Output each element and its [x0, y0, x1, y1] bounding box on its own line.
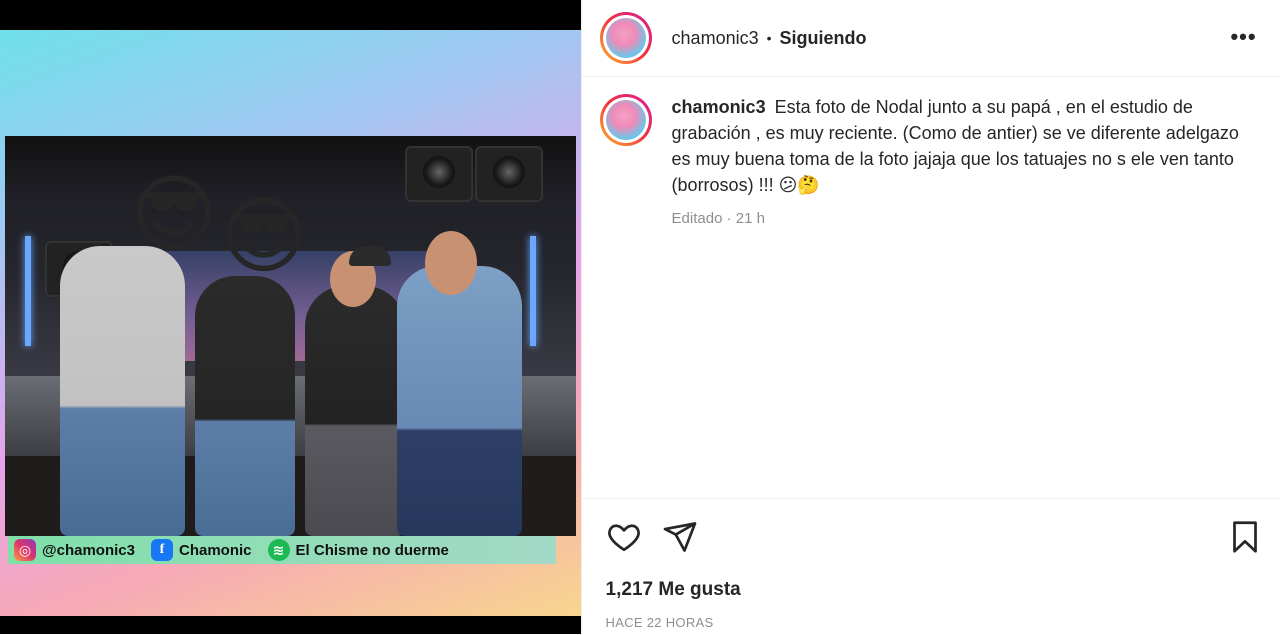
sunglasses-emoji-left: 😎 [130, 165, 218, 263]
cap [349, 246, 391, 266]
caption-username[interactable]: chamonic3 [672, 97, 766, 117]
speaker-top-right [475, 146, 543, 202]
social-watermark-bar: ◎ @chamonic3 f Chamonic ≋ El Chisme no d… [8, 536, 556, 564]
caption-avatar-image [605, 100, 646, 140]
studio-photo: 😎 😎 [5, 136, 576, 536]
instagram-credit: ◎ @chamonic3 [8, 539, 135, 561]
caption-avatar[interactable] [599, 94, 652, 146]
post-timestamp: HACE 22 HORAS [605, 615, 714, 630]
caption: chamonic3 Esta foto de Nodal junto a su … [672, 94, 1242, 232]
heart-icon[interactable] [606, 519, 642, 555]
person-4 [397, 266, 522, 536]
sunglasses-emoji-right: 😎 [220, 187, 308, 285]
post-header: chamonic3 • Siguiendo ••• [581, 0, 1280, 77]
facebook-name: Chamonic [179, 541, 252, 559]
avatar[interactable] [599, 12, 652, 64]
person-1 [60, 246, 185, 536]
more-options-icon[interactable]: ••• [1230, 24, 1256, 50]
avatar-ring [602, 15, 649, 61]
instagram-icon: ◎ [14, 539, 36, 561]
caption-avatar-ring [602, 97, 649, 143]
actions-section: 1,217 Me gusta HACE 22 HORAS [581, 498, 1280, 635]
header-separator: • [766, 30, 772, 46]
spotify-credit: ≋ El Chisme no duerme [262, 539, 449, 561]
person-4-head [425, 231, 477, 295]
instagram-handle: @chamonic3 [42, 541, 135, 559]
post-sidebar: chamonic3 • Siguiendo ••• chamonic3 Esta… [580, 0, 1280, 635]
bookmark-icon[interactable] [1227, 519, 1263, 555]
likes-count[interactable]: 1,217 Me gusta [606, 579, 741, 601]
following-button[interactable]: Siguiendo [780, 28, 867, 49]
person-2 [195, 276, 295, 536]
person-3 [305, 286, 405, 536]
spotify-name: El Chisme no duerme [295, 541, 449, 559]
facebook-icon: f [151, 539, 173, 561]
caption-block: chamonic3 Esta foto de Nodal junto a su … [599, 94, 1260, 232]
avatar-image [605, 18, 646, 58]
facebook-credit: f Chamonic [145, 539, 252, 561]
action-buttons [606, 519, 718, 555]
caption-meta: Editado · 21 h [671, 210, 765, 227]
spotify-icon: ≋ [267, 539, 290, 561]
header-username[interactable]: chamonic3 [672, 28, 759, 49]
post-media[interactable]: 😎 😎 ◎ @chamonic3 f Chamonic ≋ El Chisme … [0, 0, 581, 634]
neon-light-left [25, 236, 31, 346]
neon-light-right [530, 236, 536, 346]
post-modal: 😎 😎 ◎ @chamonic3 f Chamonic ≋ El Chisme … [0, 0, 1280, 634]
image-frame: 😎 😎 ◎ @chamonic3 f Chamonic ≋ El Chisme … [0, 30, 581, 616]
speaker-top [405, 146, 473, 202]
share-icon[interactable] [662, 519, 698, 555]
